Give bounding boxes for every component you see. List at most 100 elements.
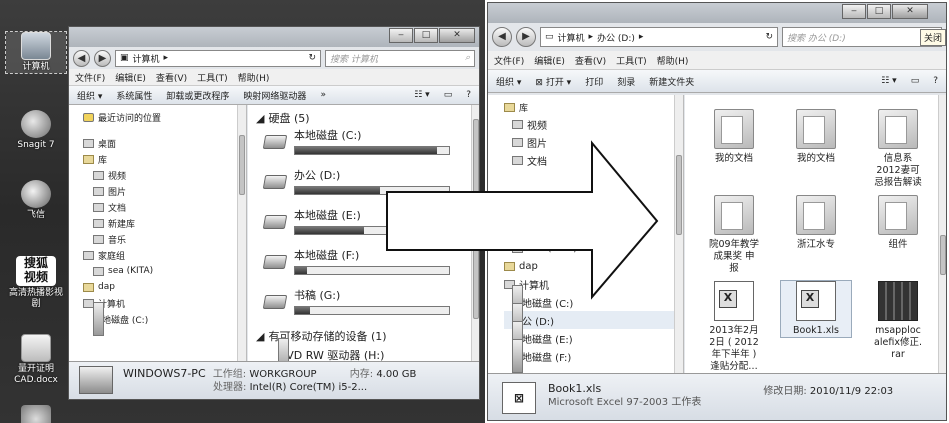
desktop-icon-sohu[interactable]: 搜狐 视频 高清热播影视剧: [6, 256, 66, 310]
nav-item-music[interactable]: 音乐: [83, 231, 240, 247]
menu-edit[interactable]: 编辑(E): [115, 71, 146, 84]
nav-item-recent-places[interactable]: 最近访问的位置: [83, 109, 240, 125]
maximize-button[interactable]: □: [867, 4, 891, 19]
burn-button[interactable]: 刻录: [617, 75, 635, 88]
nav-item-local-disk-e[interactable]: 本地磁盘 (E:): [504, 321, 675, 355]
desktop-icon-word-doc[interactable]: 量开证明 CAD.docx: [6, 334, 66, 386]
more-commands-button[interactable]: »: [320, 90, 326, 100]
nav-item-documents[interactable]: 文档: [83, 199, 240, 215]
dvd-drive-item[interactable]: DVD RW 驱动器 (H:): [278, 338, 384, 361]
system-properties-button[interactable]: 系统属性: [116, 89, 152, 102]
menu-file[interactable]: 文件(F): [75, 71, 105, 84]
file-item[interactable]: 组件: [863, 195, 933, 251]
drive-item[interactable]: 书稿 (G:): [262, 287, 450, 321]
close-button[interactable]: ✕: [892, 4, 928, 19]
file-scroll-thumb[interactable]: [940, 235, 946, 275]
nav-item-dap[interactable]: dap: [83, 279, 240, 295]
map-network-drive-button[interactable]: 映射网络驱动器: [243, 89, 306, 102]
open-button[interactable]: ⊠ 打开 ▾: [535, 75, 571, 88]
desktop-icon-computer[interactable]: 计算机: [5, 31, 67, 74]
uninstall-program-button[interactable]: 卸载或更改程序: [166, 89, 229, 102]
nav-item-computer[interactable]: 计算机: [504, 275, 675, 293]
nav-scroll-thumb[interactable]: [676, 155, 682, 235]
file-scrollbar[interactable]: [938, 95, 946, 373]
nav-scrollbar[interactable]: [674, 95, 683, 373]
drive-item[interactable]: 本地磁盘 (C:): [262, 127, 450, 161]
content-scrollbar[interactable]: [471, 105, 479, 361]
menu-view[interactable]: 查看(V): [156, 71, 187, 84]
file-item[interactable]: Book1.xls: [780, 280, 852, 338]
file-item[interactable]: msapploc alefix修正. rar: [863, 281, 933, 361]
refresh-icon[interactable]: ↻: [308, 53, 316, 63]
organize-button[interactable]: 组织 ▾: [496, 75, 521, 88]
organize-button[interactable]: 组织 ▾: [77, 89, 102, 102]
nav-item-sea-kita[interactable]: sea (KITA): [83, 263, 240, 279]
file-item[interactable]: 院09年教学 成果奖 申 报: [699, 195, 769, 275]
file-item[interactable]: 2013年2月 2日 ( 2012 年下半年 ) 逢贴分配…: [699, 281, 769, 373]
nav-item-libraries[interactable]: 库: [83, 151, 240, 167]
collapse-icon[interactable]: ◢: [256, 330, 264, 343]
file-item[interactable]: 我的文档: [699, 109, 769, 165]
file-item[interactable]: 浙江水专: [781, 195, 851, 251]
search-input[interactable]: 搜索 计算机 ⌕: [325, 49, 475, 67]
content-scroll-thumb[interactable]: [473, 119, 479, 319]
nav-scroll-thumb[interactable]: [239, 135, 245, 195]
search-icon[interactable]: ⌕: [465, 53, 470, 63]
close-button[interactable]: ✕: [439, 28, 475, 43]
preview-pane-icon[interactable]: ▭: [444, 90, 453, 100]
breadcrumb-separator[interactable]: ▸: [589, 32, 594, 42]
nav-item-local-disk-f[interactable]: 本地磁盘 (F:): [504, 339, 675, 373]
menu-tools[interactable]: 工具(T): [197, 71, 228, 84]
nav-item-computer[interactable]: 计算机: [83, 295, 240, 311]
maximize-button[interactable]: □: [414, 28, 438, 43]
title-bar[interactable]: ‒ □ ✕: [488, 3, 946, 23]
minimize-button[interactable]: ‒: [842, 4, 866, 19]
breadcrumb-computer[interactable]: 计算机: [133, 52, 160, 65]
nav-item-videos[interactable]: 视频: [504, 115, 675, 133]
nav-item-pictures[interactable]: 图片: [504, 133, 675, 151]
menu-file[interactable]: 文件(F): [494, 54, 524, 67]
drive-item[interactable]: 本地磁盘 (F:): [262, 247, 450, 281]
menu-tools[interactable]: 工具(T): [616, 54, 647, 67]
menu-help[interactable]: 帮助(H): [238, 71, 270, 84]
nav-item-homegroup[interactable]: 家庭组: [83, 247, 240, 263]
refresh-icon[interactable]: ↻: [765, 32, 773, 42]
nav-item-office-drive[interactable]: 办公 (D:): [504, 303, 675, 337]
back-button[interactable]: ◀: [492, 27, 512, 47]
forward-button[interactable]: ▶: [94, 49, 111, 67]
desktop-icon-fetion[interactable]: 飞信: [6, 180, 66, 221]
nav-item-pictures[interactable]: 图片: [83, 183, 240, 199]
collapse-icon[interactable]: ◢: [256, 112, 264, 125]
desktop-icon-snagit[interactable]: Snagit 7: [6, 110, 66, 151]
group-header-removable[interactable]: ◢ 有可移动存储的设备 (1): [256, 327, 387, 345]
nav-scrollbar[interactable]: [237, 105, 246, 361]
help-icon[interactable]: ?: [933, 76, 938, 86]
back-button[interactable]: ◀: [73, 49, 90, 67]
menu-help[interactable]: 帮助(H): [657, 54, 689, 67]
drive-item[interactable]: 本地磁盘 (E:): [262, 207, 450, 241]
nav-item-dap[interactable]: dap: [504, 257, 675, 275]
desktop-icon-partial[interactable]: [6, 405, 66, 423]
nav-item-desktop[interactable]: 桌面: [83, 135, 240, 151]
nav-item-documents[interactable]: 文档: [504, 151, 675, 169]
breadcrumb-computer[interactable]: 计算机: [558, 31, 585, 44]
print-button[interactable]: 打印: [585, 75, 603, 88]
file-item[interactable]: 我的文档: [781, 109, 851, 165]
preview-pane-icon[interactable]: ▭: [911, 76, 920, 86]
menu-edit[interactable]: 编辑(E): [534, 54, 565, 67]
breadcrumb-separator[interactable]: ▸: [164, 53, 169, 63]
nav-item-new-library[interactable]: 新建库: [83, 215, 240, 231]
group-header-hard-disks[interactable]: ◢ 硬盘 (5): [256, 109, 472, 127]
nav-item-local-disk-c[interactable]: 本地磁盘 (C:): [504, 285, 675, 319]
address-bar[interactable]: ▣ 计算机 ▸ ↻: [115, 49, 321, 67]
title-bar[interactable]: ‒ □ ✕: [69, 27, 479, 47]
nav-item-videos[interactable]: 视频: [83, 167, 240, 183]
breadcrumb-separator[interactable]: ▸: [639, 32, 644, 42]
view-options-icon[interactable]: ☷ ▾: [881, 76, 896, 86]
view-options-icon[interactable]: ☷ ▾: [414, 90, 429, 100]
nav-item-local-disk-c[interactable]: 本地磁盘 (C:): [83, 302, 240, 336]
new-folder-button[interactable]: 新建文件夹: [649, 75, 694, 88]
nav-item-libraries[interactable]: 库: [504, 99, 675, 115]
nav-item-sea-kita[interactable]: sea (KITA): [504, 239, 675, 257]
breadcrumb-office-drive[interactable]: 办公 (D:): [597, 31, 635, 44]
